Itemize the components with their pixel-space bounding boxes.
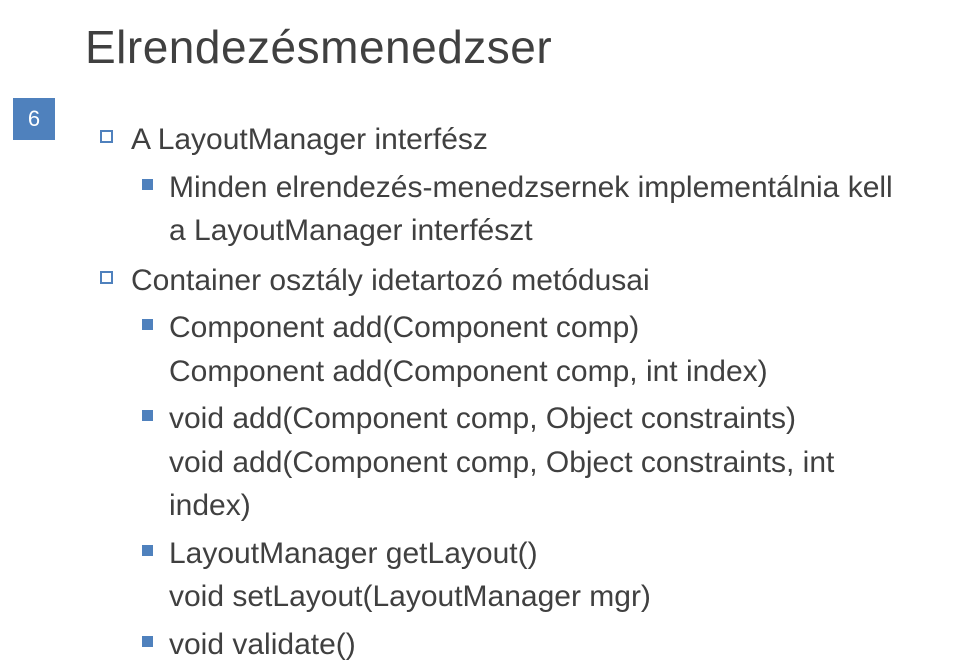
square-fill-bullet-icon bbox=[142, 319, 153, 330]
bullet-text: LayoutManager getLayout() void setLayout… bbox=[169, 532, 651, 619]
square-fill-bullet-icon bbox=[142, 179, 153, 190]
bullet-level1: Container osztály idetartozó metódusai bbox=[100, 259, 900, 303]
bullet-text: A LayoutManager interfész bbox=[131, 118, 488, 162]
bullet-level2: Minden elrendezés-menedzsernek implement… bbox=[142, 166, 900, 253]
bullet-text: void validate() bbox=[169, 623, 356, 666]
bullet-level2: void add(Component comp, Object constrai… bbox=[142, 397, 900, 528]
line2: void add(Component comp, Object constrai… bbox=[169, 446, 834, 523]
square-fill-bullet-icon bbox=[142, 410, 153, 421]
bullet-text: void add(Component comp, Object constrai… bbox=[169, 397, 900, 528]
bullet-level2: LayoutManager getLayout() void setLayout… bbox=[142, 532, 900, 619]
bullet-level2: void validate() bbox=[142, 623, 900, 666]
square-bullet-icon bbox=[100, 271, 113, 284]
bullet-level1: A LayoutManager interfész bbox=[100, 118, 900, 162]
page-number-badge: 6 bbox=[13, 98, 55, 140]
bullet-level2: Component add(Component comp) Component … bbox=[142, 306, 900, 393]
line1: void add(Component comp, Object constrai… bbox=[169, 402, 796, 435]
slide-title: Elrendezésmenedzser bbox=[85, 20, 900, 74]
bullet-text: Container osztály idetartozó metódusai bbox=[131, 259, 650, 303]
slide: 6 Elrendezésmenedzser A LayoutManager in… bbox=[0, 0, 960, 590]
bullet-text: Component add(Component comp) Component … bbox=[169, 306, 768, 393]
slide-content: A LayoutManager interfész Minden elrende… bbox=[100, 118, 900, 666]
line1: Component add(Component comp) bbox=[169, 311, 639, 344]
square-fill-bullet-icon bbox=[142, 636, 153, 647]
bullet-text: Minden elrendezés-menedzsernek implement… bbox=[169, 166, 900, 253]
line2: Component add(Component comp, int index) bbox=[169, 355, 768, 388]
line2: void setLayout(LayoutManager mgr) bbox=[169, 580, 651, 613]
square-fill-bullet-icon bbox=[142, 545, 153, 556]
page-number: 6 bbox=[28, 106, 40, 132]
square-bullet-icon bbox=[100, 130, 113, 143]
line1: LayoutManager getLayout() bbox=[169, 537, 538, 570]
